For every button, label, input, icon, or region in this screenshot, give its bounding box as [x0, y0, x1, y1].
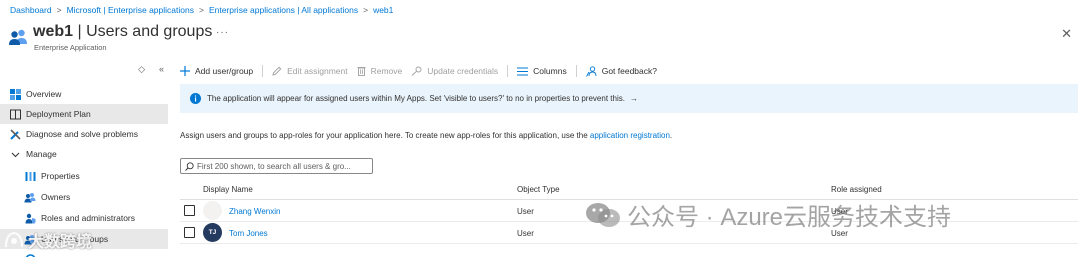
- close-icon[interactable]: ✕: [1061, 26, 1072, 42]
- update-credentials-label: Update credentials: [427, 66, 499, 76]
- breadcrumb-all-applications[interactable]: Enterprise applications | All applicatio…: [209, 5, 358, 15]
- chevron-down-icon: [9, 148, 21, 160]
- toolbar-divider: [262, 65, 264, 77]
- column-header-display-name[interactable]: Display Name: [203, 185, 253, 194]
- assignment-description: Assign users and groups to app-roles for…: [180, 131, 672, 140]
- row-checkbox[interactable]: [184, 205, 195, 216]
- users-groups-icon: [8, 28, 28, 46]
- collapse-sidebar-icon[interactable]: «: [159, 64, 164, 74]
- columns-button[interactable]: Columns: [517, 66, 567, 76]
- sidebar-item-roles-administrators[interactable]: Roles and administrators: [0, 208, 168, 228]
- breadcrumb-web1[interactable]: web1: [373, 5, 393, 15]
- avatar: [203, 201, 222, 220]
- breadcrumb-separator: >: [198, 5, 204, 15]
- search-placeholder: First 200 shown, to search all users & g…: [197, 161, 351, 171]
- sidebar-item-label: Diagnose and solve problems: [26, 129, 138, 139]
- sidebar-group-manage[interactable]: Manage: [0, 144, 168, 164]
- breadcrumb-separator: >: [56, 5, 62, 15]
- toolbar-divider: [507, 65, 509, 77]
- sidebar-item-single-sign-on[interactable]: [0, 249, 168, 257]
- sidebar-item-label: Properties: [41, 171, 80, 181]
- edit-assignment-button[interactable]: Edit assignment: [272, 66, 348, 76]
- update-credentials-button[interactable]: Update credentials: [411, 66, 498, 76]
- info-icon: [190, 93, 201, 104]
- table-header: Display Name Object Type Role assigned: [180, 180, 1078, 200]
- role-assigned-cell: User: [831, 229, 848, 238]
- sidebar-item-overview[interactable]: Overview: [0, 84, 168, 104]
- users-groups-icon: [24, 233, 36, 245]
- breadcrumb-dashboard[interactable]: Dashboard: [10, 5, 52, 15]
- breadcrumb-separator: >: [363, 5, 369, 15]
- plus-icon: [180, 66, 190, 76]
- object-type-cell: User: [517, 229, 534, 238]
- table-row[interactable]: Zhang Wenxin User User: [180, 200, 1078, 222]
- page-subtitle: Enterprise Application: [34, 43, 107, 52]
- row-checkbox[interactable]: [184, 227, 195, 238]
- feedback-label: Got feedback?: [601, 66, 657, 76]
- column-header-role-assigned[interactable]: Role assigned: [831, 185, 882, 194]
- sidebar-item-label: Manage: [26, 149, 57, 159]
- search-icon: [185, 161, 194, 171]
- display-name-link[interactable]: Tom Jones: [229, 229, 268, 238]
- sso-icon: [24, 253, 36, 257]
- sidebar-item-label: Overview: [26, 89, 62, 99]
- page-header: web1 | Users and groups Enterprise Appli…: [8, 22, 1078, 54]
- sidebar-item-properties[interactable]: Properties: [0, 166, 168, 186]
- table-row[interactable]: TJ Tom Jones User User: [180, 222, 1078, 244]
- command-bar: Add user/group Edit assignment Remove Up…: [180, 62, 666, 80]
- arrow-right-icon[interactable]: →: [630, 94, 638, 103]
- sidebar-item-label: Deployment Plan: [26, 109, 91, 119]
- feedback-person-icon: [585, 65, 597, 77]
- toolbar-divider: [575, 65, 577, 77]
- sidebar-tools: ◇ «: [124, 64, 164, 75]
- sidebar-item-label: Owners: [41, 192, 71, 202]
- pencil-icon: [272, 66, 282, 76]
- page-title: web1 | Users and groups: [33, 23, 213, 40]
- avatar: TJ: [203, 223, 222, 242]
- book-icon: [9, 108, 21, 120]
- column-header-object-type[interactable]: Object Type: [517, 185, 560, 194]
- object-type-cell: User: [517, 207, 534, 216]
- columns-icon: [517, 67, 529, 76]
- people-icon: [24, 191, 36, 203]
- sidebar-item-label: Roles and administrators: [41, 213, 136, 223]
- sidebar: ◇ « Overview Deployment Plan Diagnose and…: [0, 60, 168, 257]
- display-name-link[interactable]: Zhang Wenxin: [229, 207, 280, 216]
- role-assigned-cell: User: [831, 207, 848, 216]
- description-end: .: [669, 131, 673, 140]
- users-groups-table: Display Name Object Type Role assigned Z…: [180, 180, 1078, 244]
- add-user-group-button[interactable]: Add user/group: [180, 66, 253, 76]
- sidebar-item-owners[interactable]: Owners: [0, 187, 168, 207]
- sidebar-search-toggle-icon[interactable]: ◇: [138, 64, 145, 74]
- application-registration-link[interactable]: application registration: [590, 131, 670, 140]
- person-shield-icon: [24, 212, 36, 224]
- add-user-group-label: Add user/group: [195, 66, 254, 76]
- trash-icon: [357, 66, 366, 76]
- columns-label: Columns: [533, 66, 567, 76]
- overview-grid-icon: [9, 88, 21, 100]
- remove-button[interactable]: Remove: [357, 66, 403, 76]
- edit-assignment-label: Edit assignment: [287, 66, 348, 76]
- info-banner-text: The application will appear for assigned…: [207, 94, 625, 103]
- app-name: web1: [33, 23, 74, 40]
- feedback-button[interactable]: Got feedback?: [585, 65, 657, 77]
- breadcrumb-enterprise-applications[interactable]: Microsoft | Enterprise applications: [67, 5, 194, 15]
- description-text: Assign users and groups to app-roles for…: [180, 131, 590, 140]
- key-icon: [411, 66, 422, 76]
- wrench-icon: [9, 128, 21, 140]
- more-options-button[interactable]: ···: [216, 27, 229, 38]
- sidebar-item-users-groups[interactable]: Users and groups: [0, 229, 168, 249]
- search-input[interactable]: First 200 shown, to search all users & g…: [180, 158, 373, 174]
- page-title-section: Users and groups: [86, 23, 213, 40]
- breadcrumb: Dashboard > Microsoft | Enterprise applica…: [10, 5, 393, 15]
- sidebar-item-diagnose[interactable]: Diagnose and solve problems: [0, 124, 168, 144]
- sidebar-item-label: Users and groups: [41, 234, 109, 244]
- properties-bars-icon: [24, 170, 36, 182]
- remove-label: Remove: [370, 66, 403, 76]
- info-banner: The application will appear for assigned…: [180, 84, 1078, 113]
- sidebar-item-deployment-plan[interactable]: Deployment Plan: [0, 104, 168, 124]
